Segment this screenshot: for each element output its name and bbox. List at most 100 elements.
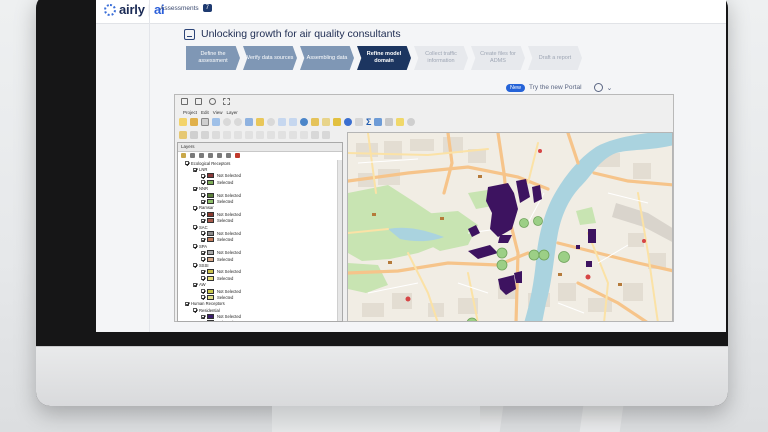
filter-legend-icon[interactable] bbox=[208, 153, 213, 158]
zoom-full-icon[interactable] bbox=[245, 117, 253, 126]
expand-all-icon[interactable] bbox=[217, 153, 222, 158]
layer-label: Selected bbox=[217, 237, 234, 243]
table-icon[interactable] bbox=[374, 117, 383, 126]
layer-checkbox[interactable] bbox=[201, 237, 205, 242]
refresh-icon[interactable] bbox=[300, 117, 308, 126]
zoom-in-icon[interactable] bbox=[223, 117, 231, 126]
step-assembling-data[interactable]: Assembling data bbox=[300, 46, 354, 70]
tab-assessments[interactable]: Assessments 7 bbox=[160, 4, 212, 12]
paste-icon[interactable] bbox=[267, 130, 275, 139]
layer-checkbox[interactable] bbox=[193, 186, 197, 191]
layer-checkbox[interactable] bbox=[193, 167, 197, 172]
zoom-next-icon[interactable] bbox=[289, 117, 297, 126]
layer-checkbox[interactable] bbox=[201, 289, 205, 293]
layer-checkbox[interactable] bbox=[201, 173, 205, 178]
map-canvas[interactable] bbox=[347, 132, 673, 322]
layer-checkbox[interactable] bbox=[185, 301, 189, 306]
step-refine-model-domain[interactable]: Refine model domain bbox=[357, 46, 411, 70]
menu-layer[interactable]: Layer bbox=[226, 110, 237, 115]
delete-feature-icon[interactable] bbox=[234, 130, 242, 139]
layer-checkbox[interactable] bbox=[201, 193, 205, 198]
layer-checkbox[interactable] bbox=[201, 276, 205, 281]
label-tool-icon[interactable] bbox=[300, 130, 308, 139]
layer-checkbox[interactable] bbox=[201, 218, 205, 223]
layer-checkbox[interactable] bbox=[201, 180, 205, 185]
copy-icon[interactable] bbox=[195, 98, 202, 105]
redo-icon[interactable] bbox=[289, 130, 297, 139]
new-project-icon[interactable] bbox=[179, 117, 187, 126]
layer-checkbox[interactable] bbox=[193, 225, 197, 230]
measure-icon[interactable] bbox=[355, 117, 363, 126]
layer-checkbox[interactable] bbox=[201, 212, 205, 217]
layer-checkbox[interactable] bbox=[201, 250, 205, 255]
legend-swatch bbox=[207, 230, 214, 236]
layer-checkbox[interactable] bbox=[201, 314, 205, 319]
rotate-label-icon[interactable] bbox=[322, 130, 330, 139]
pan-icon[interactable] bbox=[201, 117, 209, 126]
layer-checkbox[interactable] bbox=[201, 231, 205, 236]
layer-checkbox[interactable] bbox=[193, 282, 197, 287]
statistics-icon[interactable]: Σ bbox=[366, 117, 371, 126]
pan-to-selection-icon[interactable] bbox=[212, 117, 220, 126]
pencil-icon[interactable] bbox=[179, 130, 187, 139]
layer-checkbox[interactable] bbox=[193, 263, 197, 268]
deselect-icon[interactable] bbox=[322, 117, 330, 126]
zoom-selection-icon[interactable] bbox=[267, 117, 275, 126]
chevron-down-icon[interactable]: ⌄ bbox=[607, 84, 613, 92]
layer-checkbox[interactable] bbox=[201, 257, 205, 262]
step-collect-traffic[interactable]: Collect traffic information bbox=[414, 46, 468, 70]
menu-view[interactable]: View bbox=[213, 110, 223, 115]
legend-item[interactable]: Selected bbox=[181, 320, 342, 321]
vertex-tool-icon[interactable] bbox=[223, 130, 231, 139]
user-icon[interactable] bbox=[593, 83, 603, 92]
layer-label: Not Selected bbox=[217, 288, 241, 294]
layer-checkbox[interactable] bbox=[201, 269, 205, 274]
step-verify-data-sources[interactable]: Verify data sources bbox=[243, 46, 297, 70]
copy-feature-icon[interactable] bbox=[256, 130, 264, 139]
add-group-icon[interactable] bbox=[181, 153, 186, 158]
add-feature-icon[interactable] bbox=[212, 130, 220, 139]
filter-icon[interactable] bbox=[199, 153, 204, 158]
layer-checkbox[interactable] bbox=[193, 244, 197, 249]
legend-swatch bbox=[207, 237, 214, 243]
edit-icon[interactable] bbox=[190, 130, 198, 139]
remove-layer-icon[interactable] bbox=[235, 153, 240, 158]
identify-icon[interactable] bbox=[344, 117, 352, 126]
undo-icon[interactable] bbox=[278, 130, 286, 139]
step-draft-report[interactable]: Draft a report bbox=[528, 46, 582, 70]
pin-label-icon[interactable] bbox=[311, 130, 319, 139]
layer-label: AW bbox=[199, 282, 206, 288]
layer-checkbox[interactable] bbox=[185, 161, 189, 166]
top-bar: airly | ai Assessments 7 bbox=[96, 0, 726, 24]
layers-scrollbar[interactable] bbox=[337, 160, 342, 321]
layer-checkbox[interactable] bbox=[193, 205, 197, 210]
step-define-assessment[interactable]: Define the assessment bbox=[186, 46, 240, 70]
zoom-layer-icon[interactable] bbox=[256, 117, 264, 126]
open-project-icon[interactable] bbox=[190, 117, 198, 126]
layer-checkbox[interactable] bbox=[201, 320, 205, 321]
cut-icon[interactable] bbox=[245, 130, 253, 139]
zoom-last-icon[interactable] bbox=[278, 117, 286, 126]
attribute-table-icon[interactable] bbox=[333, 117, 341, 126]
window-icon[interactable] bbox=[181, 98, 188, 105]
layer-checkbox[interactable] bbox=[201, 199, 205, 204]
layer-checkbox[interactable] bbox=[193, 308, 197, 313]
settings-icon[interactable] bbox=[209, 98, 216, 105]
step-label: Refine model domain bbox=[366, 51, 402, 64]
zoom-out-icon[interactable] bbox=[234, 117, 242, 126]
save-edits-icon[interactable] bbox=[201, 130, 209, 139]
menu-project[interactable]: Project bbox=[183, 110, 197, 115]
collapse-all-icon[interactable] bbox=[226, 153, 231, 158]
app-logo[interactable]: airly | ai bbox=[104, 2, 165, 17]
plugin-icon[interactable] bbox=[407, 117, 416, 126]
try-new-portal-link[interactable]: Try the new Portal bbox=[529, 84, 582, 91]
step-create-adms-files[interactable]: Create files for ADMS bbox=[471, 46, 525, 70]
select-feature-icon[interactable] bbox=[311, 117, 319, 126]
annotation-icon[interactable] bbox=[385, 117, 394, 126]
tips-icon[interactable] bbox=[396, 117, 405, 126]
layer-label: Residential bbox=[199, 307, 220, 313]
menu-edit[interactable]: Edit bbox=[201, 110, 209, 115]
visibility-icon[interactable] bbox=[190, 153, 195, 158]
layer-checkbox[interactable] bbox=[201, 295, 205, 300]
expand-icon[interactable] bbox=[223, 98, 230, 105]
